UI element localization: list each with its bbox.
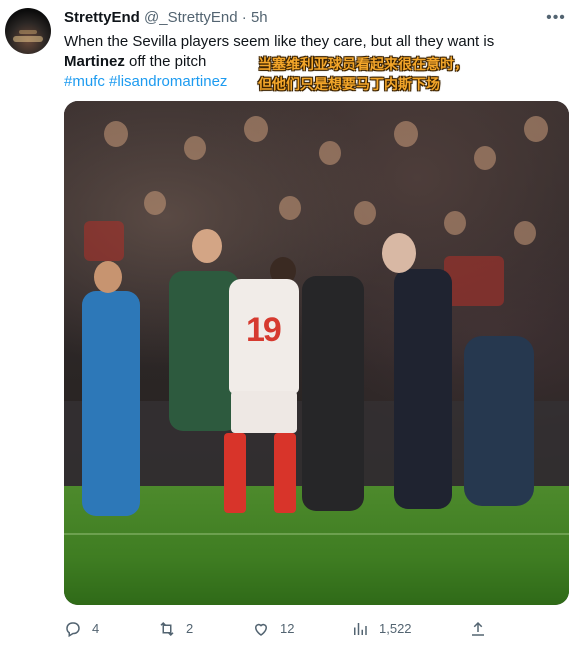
chinese-caption-line1: 当塞维利亚球员看起来很在意时， bbox=[258, 57, 468, 73]
manager-head bbox=[382, 233, 416, 273]
spectator-shirt bbox=[84, 221, 124, 261]
avatar[interactable] bbox=[5, 8, 51, 54]
hashtag-link[interactable]: #mufc bbox=[64, 73, 105, 90]
chinese-caption: 当塞维利亚球员看起来很在意时， 但他们只是想要马丁内斯下场 bbox=[258, 55, 468, 95]
author-name[interactable]: StrettyEnd bbox=[64, 9, 140, 26]
like-button[interactable]: 12 bbox=[252, 619, 294, 639]
hashtag-link[interactable]: #lisandromartinez bbox=[109, 73, 227, 90]
avatar-light bbox=[19, 30, 37, 34]
spectator bbox=[394, 121, 418, 147]
staff-head bbox=[94, 261, 122, 293]
retweet-icon bbox=[160, 621, 174, 637]
player-sock bbox=[224, 433, 246, 513]
more-icon[interactable]: ••• bbox=[546, 8, 566, 28]
share-icon bbox=[472, 621, 484, 636]
like-count: 12 bbox=[280, 621, 295, 636]
tweet-video[interactable]: 19 bbox=[64, 101, 569, 605]
spectator bbox=[144, 191, 166, 215]
coach bbox=[302, 276, 364, 511]
tweet-text-bold: Martinez bbox=[64, 53, 125, 70]
separator-dot: · bbox=[241, 9, 247, 26]
tweet-card[interactable]: StrettyEnd @_StrettyEnd · 5h ••• When th… bbox=[0, 0, 584, 648]
official-head bbox=[192, 229, 222, 263]
spectator bbox=[104, 121, 128, 147]
spectator bbox=[474, 146, 496, 170]
author-handle[interactable]: @_StrettyEnd bbox=[144, 9, 238, 26]
reply-icon bbox=[66, 622, 80, 638]
share-button[interactable] bbox=[469, 619, 497, 639]
player-sock bbox=[274, 433, 296, 513]
tweet-text-line1: When the Sevilla players seem like they … bbox=[64, 33, 495, 50]
manager bbox=[394, 269, 452, 509]
crouching-staff bbox=[464, 336, 534, 506]
retweet-count: 2 bbox=[186, 621, 194, 636]
reply-button[interactable]: 4 bbox=[64, 619, 99, 639]
views-icon bbox=[354, 623, 367, 635]
pitch-line bbox=[64, 533, 569, 535]
chinese-caption-line2: 但他们只是想要马丁内斯下场 bbox=[258, 77, 440, 93]
player-number: 19 bbox=[246, 311, 282, 349]
staff-member bbox=[82, 291, 140, 516]
views-count: 1,522 bbox=[379, 621, 412, 636]
reply-count: 4 bbox=[92, 621, 100, 636]
spectator bbox=[444, 211, 466, 235]
spectator bbox=[279, 196, 301, 220]
tweet-text-rest: off the pitch bbox=[124, 53, 207, 70]
avatar-light bbox=[13, 36, 43, 42]
views-button[interactable]: 1,522 bbox=[351, 619, 412, 639]
like-icon bbox=[254, 623, 268, 636]
player-shorts bbox=[231, 391, 297, 433]
spectator bbox=[184, 136, 206, 160]
tweet-time[interactable]: 5h bbox=[251, 9, 268, 26]
spectator bbox=[514, 221, 536, 245]
spectator bbox=[354, 201, 376, 225]
tweet-actions: 4 2 12 1,522 bbox=[64, 619, 569, 639]
retweet-button[interactable]: 2 bbox=[158, 619, 193, 639]
spectator bbox=[319, 141, 341, 165]
spectator bbox=[524, 116, 548, 142]
spectator-shirt bbox=[444, 256, 504, 306]
spectator bbox=[244, 116, 268, 142]
tweet-header: StrettyEnd @_StrettyEnd · 5h bbox=[64, 9, 268, 27]
